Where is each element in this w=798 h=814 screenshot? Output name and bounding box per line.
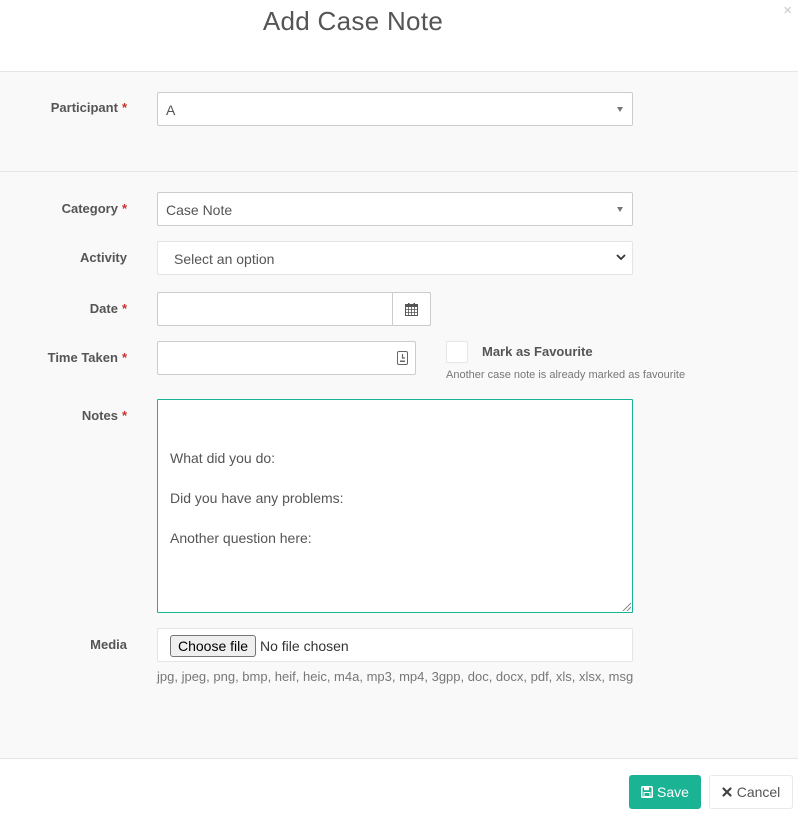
notes-line: What did you do: xyxy=(170,450,276,466)
file-status: No file chosen xyxy=(260,638,349,654)
notes-line: Did you have any problems: xyxy=(170,490,344,506)
notes-line: Another question here: xyxy=(170,530,312,546)
floppy-disk-icon xyxy=(641,786,654,798)
media-allowed-types: jpg, jpeg, png, bmp, heif, heic, m4a, mp… xyxy=(157,669,634,684)
favourite-checkbox[interactable] xyxy=(446,341,468,363)
favourite-hint: Another case note is already marked as f… xyxy=(446,369,686,381)
close-icon[interactable]: × xyxy=(783,2,792,19)
date-picker-button[interactable] xyxy=(392,292,431,326)
notes-line xyxy=(170,468,620,488)
notes-textarea[interactable]: What did you do: Did you have any problem… xyxy=(157,399,633,613)
media-file-input[interactable]: Choose file No file chosen xyxy=(157,628,633,662)
favourite-label: Mark as Favourite xyxy=(482,344,593,359)
category-select[interactable]: Case Note xyxy=(157,192,633,226)
caret-down-icon xyxy=(617,107,623,112)
activity-label: Activity xyxy=(0,250,127,265)
save-label: Save xyxy=(657,784,689,800)
cancel-label: Cancel xyxy=(736,784,781,800)
calendar-icon xyxy=(405,302,418,316)
notes-label: Notes * xyxy=(0,408,127,423)
chevron-down-icon xyxy=(616,254,626,261)
modal-header: Add Case Note × xyxy=(0,0,798,72)
required-marker: * xyxy=(121,201,127,216)
modal-title: Add Case Note xyxy=(262,6,444,36)
required-marker: * xyxy=(121,350,127,365)
activity-label-text: Activity xyxy=(80,250,127,265)
category-label-text: Category xyxy=(61,201,118,216)
participant-label: Participant * xyxy=(0,100,127,115)
caret-down-icon xyxy=(617,207,623,212)
required-marker: * xyxy=(121,408,127,423)
time-taken-label: Time Taken * xyxy=(0,350,127,365)
notes-line xyxy=(170,508,620,528)
date-input[interactable] xyxy=(157,292,431,326)
participant-section: Participant * A xyxy=(0,72,798,172)
time-taken-label-text: Time Taken xyxy=(47,350,118,365)
activity-select[interactable]: Select an option xyxy=(157,241,633,275)
date-label-text: Date xyxy=(89,301,118,316)
category-value: Case Note xyxy=(166,202,233,218)
cancel-button[interactable]: Cancel xyxy=(709,775,793,809)
time-taken-input[interactable] xyxy=(157,341,416,375)
save-button[interactable]: Save xyxy=(629,775,701,809)
media-label: Media xyxy=(0,637,127,652)
media-label-text: Media xyxy=(90,637,127,652)
clock-icon[interactable] xyxy=(397,351,408,365)
resize-handle-icon[interactable] xyxy=(622,602,631,611)
category-label: Category * xyxy=(0,201,127,216)
close-icon xyxy=(722,787,732,797)
choose-file-button[interactable]: Choose file xyxy=(170,635,257,657)
date-label: Date * xyxy=(0,301,127,316)
required-marker: * xyxy=(121,100,127,115)
activity-value: Select an option xyxy=(174,251,275,267)
participant-select[interactable]: A xyxy=(157,92,633,126)
participant-value: A xyxy=(166,102,176,118)
participant-label-text: Participant xyxy=(50,100,118,115)
required-marker: * xyxy=(121,301,127,316)
notes-label-text: Notes xyxy=(81,408,118,423)
